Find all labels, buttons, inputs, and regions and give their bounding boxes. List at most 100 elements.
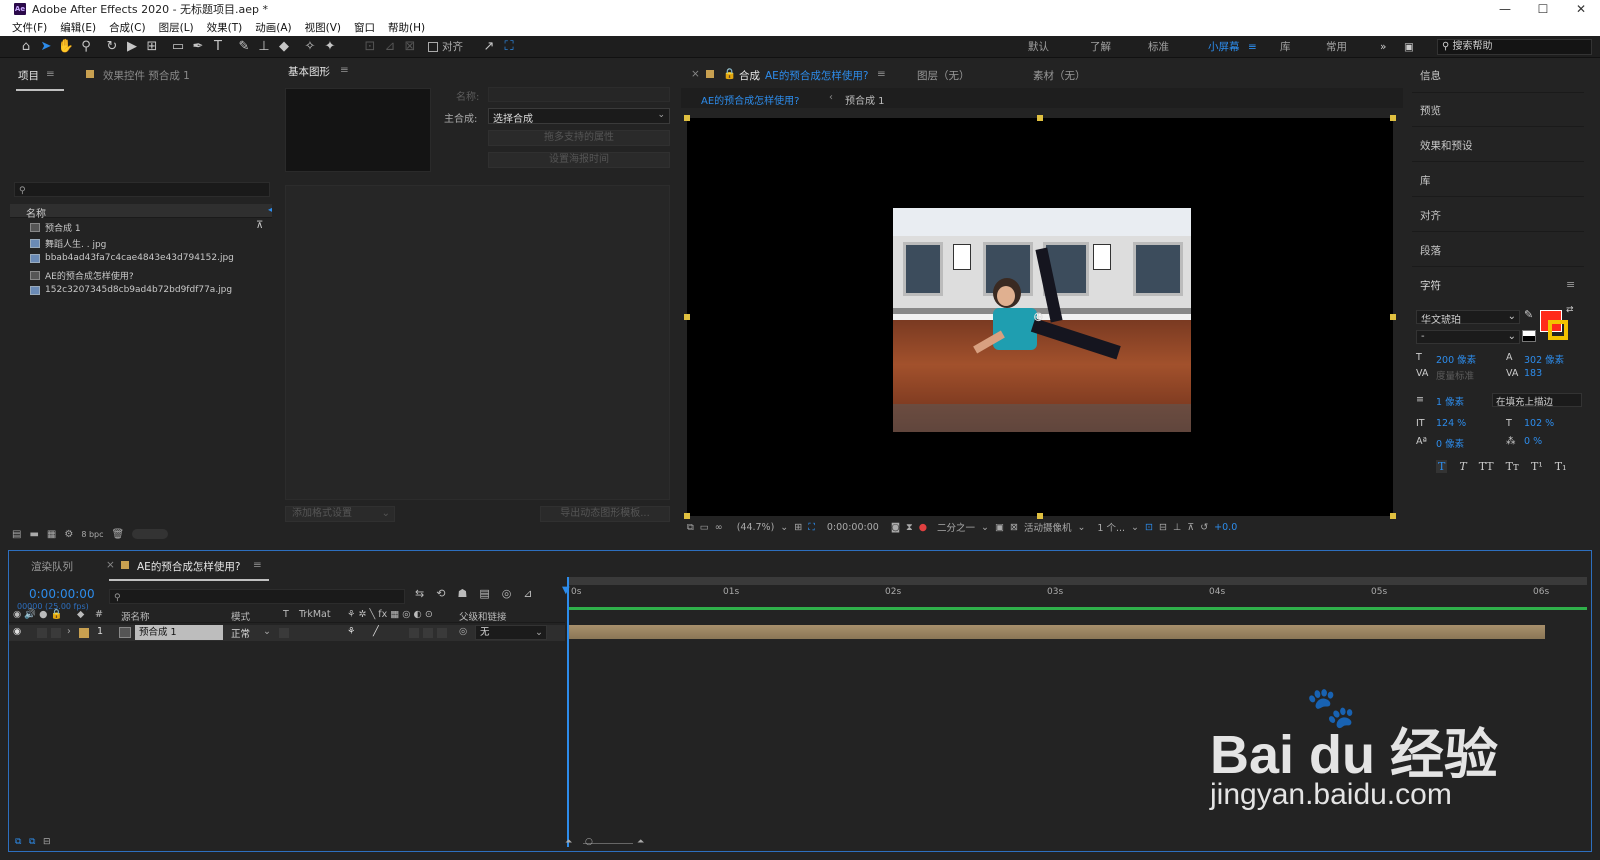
workspace-small-screen[interactable]: 小屏幕 <box>1208 36 1240 58</box>
list-item[interactable]: 舞蹈人生. . jpg <box>30 237 106 250</box>
audio-toggle[interactable] <box>37 628 47 638</box>
tab-render-queue[interactable]: 渲染队列 <box>31 559 73 574</box>
timeline-menu-icon[interactable]: ≡ <box>253 559 262 571</box>
clone-stamp-tool-icon[interactable]: ⊥ <box>254 37 274 57</box>
in-out-toggle-icon[interactable]: ⊟ <box>43 837 51 847</box>
column-parent[interactable]: 父级和链接 <box>459 609 507 623</box>
panel-library[interactable]: 库 <box>1420 173 1431 188</box>
stroke-color-swatch[interactable] <box>1548 320 1568 340</box>
transform-handle[interactable] <box>1037 115 1043 121</box>
frame-blending-icon[interactable]: ▤ <box>479 587 489 600</box>
layer-switches-toggle-icon[interactable]: ⧉ <box>15 837 21 847</box>
menu-edit[interactable]: 编辑(E) <box>60 20 96 35</box>
puppet-tool-icon[interactable]: ✦ <box>320 37 340 57</box>
zoom-tool-icon[interactable]: ⚲ <box>76 37 96 57</box>
always-preview-icon[interactable]: ⧉ <box>687 522 694 533</box>
panel-align[interactable]: 对齐 <box>1420 208 1441 223</box>
type-tool-icon[interactable]: T <box>208 37 228 57</box>
selection-tool-icon[interactable]: ➤ <box>36 37 56 57</box>
view-axis-icon[interactable]: ⊠ <box>400 37 420 57</box>
timeline-current-time[interactable]: 0:00:00:00 <box>29 587 95 601</box>
menu-composition[interactable]: 合成(C) <box>109 20 146 35</box>
zoom-in-icon[interactable]: ⏶ <box>637 837 644 847</box>
motion-blur-icon[interactable]: ◎ <box>502 587 512 600</box>
tab-layer[interactable]: 图层（无） <box>917 68 970 83</box>
font-family-select[interactable]: 华文琥珀 ⌄ <box>1416 310 1520 326</box>
home-icon[interactable]: ⌂ <box>16 37 36 57</box>
zoom-slider-handle-icon[interactable]: ○ <box>585 837 593 847</box>
motion-blur-toggle[interactable] <box>409 628 419 638</box>
anchor-point-icon[interactable]: ⊕ <box>1033 310 1044 325</box>
faux-bold-icon[interactable]: T <box>1436 460 1448 473</box>
transform-handle[interactable] <box>1390 314 1396 320</box>
workspace-learn[interactable]: 了解 <box>1090 36 1111 58</box>
chevron-down-icon[interactable]: ⌄ <box>981 522 989 533</box>
eyedropper-icon[interactable]: ✎ <box>1524 308 1533 321</box>
brush-tool-icon[interactable]: ✎ <box>234 37 254 57</box>
column-name-label[interactable]: 名称 <box>26 205 46 220</box>
preserve-transparency-toggle[interactable] <box>279 628 289 638</box>
bpc-label[interactable]: 8 bpc <box>81 530 103 539</box>
list-item[interactable]: bbab4ad43fa7c4cae4843e43d794152.jpg <box>30 253 234 263</box>
breadcrumb-precomp[interactable]: 预合成 1 <box>845 92 885 107</box>
stroke-mode-select[interactable]: 在填充上描边 <box>1492 393 1582 408</box>
eraser-tool-icon[interactable]: ◆ <box>274 37 294 57</box>
monitor-icon[interactable]: ▭ <box>700 522 709 533</box>
zoom-out-icon[interactable]: ⏶ <box>565 837 572 847</box>
subscript-icon[interactable]: T₁ <box>1555 460 1567 473</box>
layer-duration-bar[interactable] <box>569 625 1545 639</box>
close-comp-tab-icon[interactable]: × <box>691 68 700 80</box>
tab-timeline-comp[interactable]: AE的预合成怎样使用? <box>137 559 240 574</box>
close-button[interactable]: ✕ <box>1562 0 1600 18</box>
timeline-search-input[interactable]: ⚲ <box>109 589 405 604</box>
pan-behind-tool-icon[interactable]: ⊞ <box>142 37 162 57</box>
column-trkmat[interactable]: TrkMat <box>299 609 331 620</box>
zoom-value[interactable]: (44.7%) <box>737 522 775 533</box>
mask-visibility-icon[interactable]: ⛶ <box>808 522 815 533</box>
comp-flowchart-icon[interactable]: ⊥ <box>1173 522 1181 533</box>
kerning-value[interactable]: 度量标准 <box>1436 368 1474 382</box>
workspace-common[interactable]: 常用 <box>1326 36 1347 58</box>
layer-name[interactable]: 预合成 1 <box>135 625 223 640</box>
transparency-grid-icon[interactable]: ⊠ <box>1010 522 1018 533</box>
tab-footage[interactable]: 素材（无） <box>1033 68 1086 83</box>
workspace-more-icon[interactable]: » <box>1380 36 1386 58</box>
snap-icon[interactable]: ↗ <box>479 37 499 57</box>
new-comp-icon[interactable]: ▦ <box>47 529 56 540</box>
pick-whip-icon[interactable]: ◎ <box>459 626 467 637</box>
panel-menu-icon[interactable]: ≡ <box>340 64 349 76</box>
column-mode[interactable]: 模式 <box>231 609 250 623</box>
adjustment-toggle[interactable] <box>423 628 433 638</box>
menu-window[interactable]: 窗口 <box>354 20 375 35</box>
tab-project[interactable]: 项目 <box>18 68 39 83</box>
timeline-icon[interactable]: ⊟ <box>1159 522 1167 533</box>
panel-info[interactable]: 信息 <box>1420 68 1441 83</box>
chevron-down-icon[interactable]: ⌄ <box>1077 522 1085 533</box>
table-row[interactable]: ◉ › 1 预合成 1 正常 ⌄ ⚘ ╱ ◎ 无 ⌄ <box>9 625 565 641</box>
tab-comp-label[interactable]: 合成 <box>739 68 760 83</box>
local-axis-icon[interactable]: ⊡ <box>360 37 380 57</box>
pen-tool-icon[interactable]: ✒ <box>188 37 208 57</box>
panel-paragraph[interactable]: 段落 <box>1420 243 1441 258</box>
thumbnail-slider[interactable] <box>132 529 169 539</box>
tsume-value[interactable]: 0 % <box>1524 436 1542 447</box>
column-source-name[interactable]: 源名称 <box>121 609 150 623</box>
template-name-input[interactable] <box>488 87 670 102</box>
font-size-value[interactable]: 200 像素 <box>1436 352 1476 366</box>
transform-handle[interactable] <box>684 314 690 320</box>
workspace-menu-icon[interactable]: ≡ <box>1248 36 1257 58</box>
rotate-tool-icon[interactable]: ↻ <box>102 37 122 57</box>
chevron-down-icon[interactable]: ⌄ <box>1131 522 1139 533</box>
baseline-shift-value[interactable]: 0 像素 <box>1436 436 1464 450</box>
roto-brush-tool-icon[interactable]: ✧ <box>300 37 320 57</box>
work-area-bar[interactable] <box>567 577 1587 585</box>
add-properties-button[interactable]: 拖多支持的属性 <box>488 130 670 146</box>
quality-switch-icon[interactable]: ╱ <box>373 626 379 637</box>
character-menu-icon[interactable]: ≡ <box>1566 278 1575 291</box>
tab-essential-graphics[interactable]: 基本图形 <box>288 64 330 79</box>
comp-viewer[interactable]: ⊕ <box>684 115 1396 519</box>
horizontal-scale-value[interactable]: 102 % <box>1524 418 1554 429</box>
chevron-right-icon[interactable]: › <box>67 626 71 637</box>
project-menu-icon[interactable]: ≡ <box>46 68 55 80</box>
shy-layers-icon[interactable]: ☗ <box>457 587 467 600</box>
